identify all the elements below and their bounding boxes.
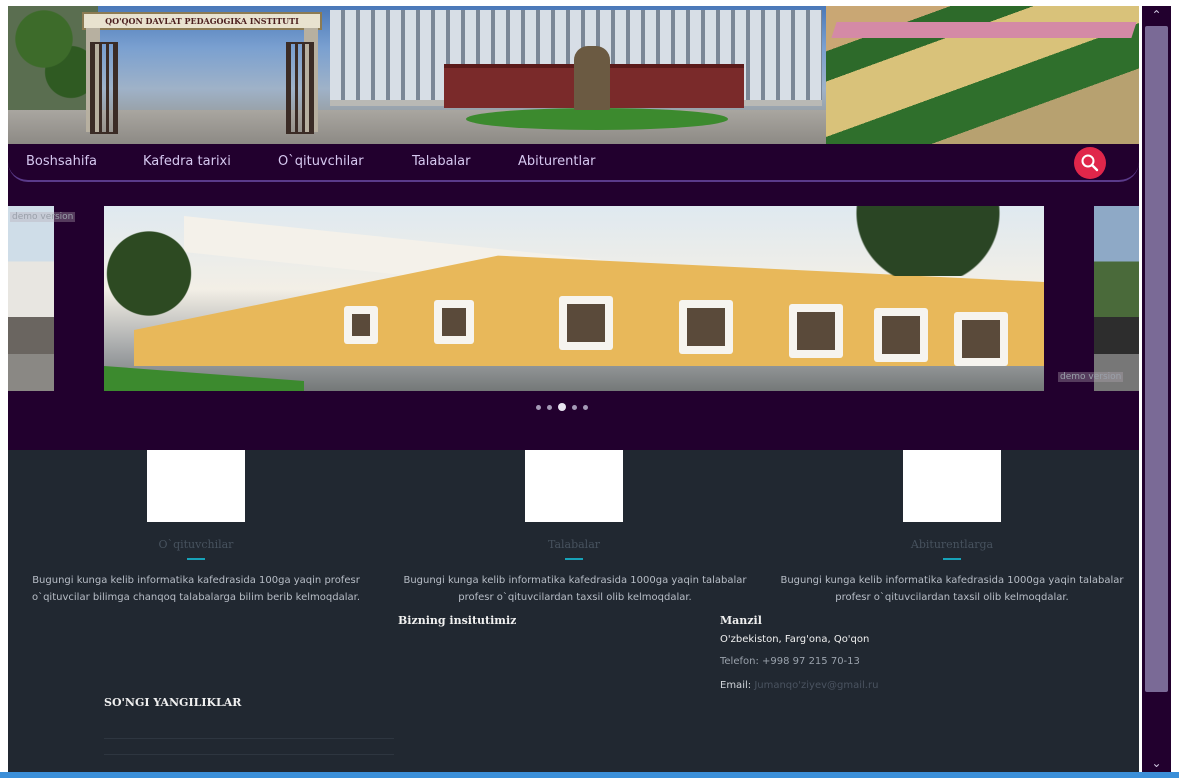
card-title-oqituvchilar: O`qituvchilar <box>158 538 234 551</box>
slide-current <box>104 206 1044 391</box>
slider-dot-2[interactable] <box>547 404 552 410</box>
news-section-title: SO'NGI YANGILIKLAR <box>104 696 242 709</box>
slider-dot-4[interactable] <box>572 404 577 410</box>
slide-window <box>559 296 613 350</box>
banner-gate: QO'QON DAVLAT PEDAGOGIKA INSTITUTI <box>82 12 322 134</box>
card-divider <box>187 558 205 560</box>
browser-page: QO'QON DAVLAT PEDAGOGIKA INSTITUTI Boshs… <box>8 6 1139 772</box>
email-link[interactable]: Jumanqo'ziyev@gmail.ru <box>754 680 878 691</box>
card-text-talabalar: Bugungi kunga kelib informatika kafedras… <box>403 575 747 603</box>
slide-next[interactable]: demo version <box>1058 206 1139 391</box>
demo-watermark: demo version <box>10 212 76 222</box>
email-row: Email: Jumanqo'ziyev@gmail.ru <box>720 680 878 691</box>
card-title-talabalar: Talabalar <box>547 538 601 551</box>
slide-window <box>679 300 733 354</box>
slide-tree-left <box>104 206 204 356</box>
address-text: O'zbekiston, Farg'ona, Qo'qon <box>720 634 870 645</box>
card-image-abiturentlarga <box>903 450 1001 522</box>
gate-door-left <box>90 42 118 134</box>
slide-tree-right <box>784 206 1024 276</box>
email-label: Email: <box>720 680 752 691</box>
slider-pagination <box>536 402 588 412</box>
slider-dot-3[interactable] <box>558 403 566 411</box>
slide-window <box>954 312 1008 366</box>
gate-door-right <box>286 42 314 134</box>
banner-lawn <box>466 108 728 130</box>
slide-window <box>344 306 378 344</box>
content-section: O`qituvchilar Bugungi kunga kelib inform… <box>8 450 1139 772</box>
scroll-up-icon[interactable]: ⌃ <box>1142 6 1171 24</box>
card-image-oqituvchilar <box>147 450 245 522</box>
window-bottom-edge <box>0 772 1179 778</box>
phone-text: Telefon: +998 97 215 70-13 <box>720 656 860 667</box>
scrollbar-thumb[interactable] <box>1145 26 1168 692</box>
nav-item-kafedra-tarixi[interactable]: Kafedra tarixi <box>143 154 231 169</box>
card-divider <box>565 558 583 560</box>
banner-gate-sign: QO'QON DAVLAT PEDAGOGIKA INSTITUTI <box>82 12 322 30</box>
main-navigation: Boshsahifa Kafedra tarixi O`qituvchilar … <box>8 144 1139 182</box>
card-text-oqituvchilar: Bugungi kunga kelib informatika kafedras… <box>31 575 361 603</box>
demo-watermark: demo version <box>1058 372 1124 382</box>
nav-item-abiturentlar[interactable]: Abiturentlar <box>518 154 595 169</box>
institute-section-title: Bizning insitutimiz <box>398 614 517 627</box>
slide-window <box>874 308 928 362</box>
news-divider <box>104 738 394 739</box>
nav-item-boshsahifa[interactable]: Boshsahifa <box>26 154 97 169</box>
nav-item-talabalar[interactable]: Talabalar <box>412 154 470 169</box>
card-text-abiturentlarga: Bugungi kunga kelib informatika kafedras… <box>780 575 1124 603</box>
news-divider <box>104 754 394 755</box>
slider-dot-1[interactable] <box>536 404 541 410</box>
address-section-title: Manzil <box>720 614 762 627</box>
header-banner-image: QO'QON DAVLAT PEDAGOGIKA INSTITUTI <box>8 6 1139 144</box>
slide-previous[interactable]: demo version <box>8 206 76 391</box>
search-button[interactable] <box>1074 147 1106 179</box>
slide-window <box>434 300 474 344</box>
search-icon <box>1081 154 1099 172</box>
card-divider <box>943 558 961 560</box>
banner-statue <box>574 46 610 110</box>
slider-dot-5[interactable] <box>583 404 588 410</box>
scroll-down-icon[interactable]: ⌄ <box>1142 754 1171 772</box>
banner-campus-roof <box>831 22 1137 38</box>
card-image-talabalar <box>525 450 623 522</box>
slide-window <box>789 304 843 358</box>
slide-grass <box>104 366 304 391</box>
vertical-scrollbar[interactable]: ⌃ ⌄ <box>1142 6 1171 772</box>
image-slider: demo version demo version <box>8 206 1139 450</box>
card-title-abiturentlarga: Abiturentlarga <box>910 538 994 551</box>
nav-item-oqituvchilar[interactable]: O`qituvchilar <box>278 154 364 169</box>
